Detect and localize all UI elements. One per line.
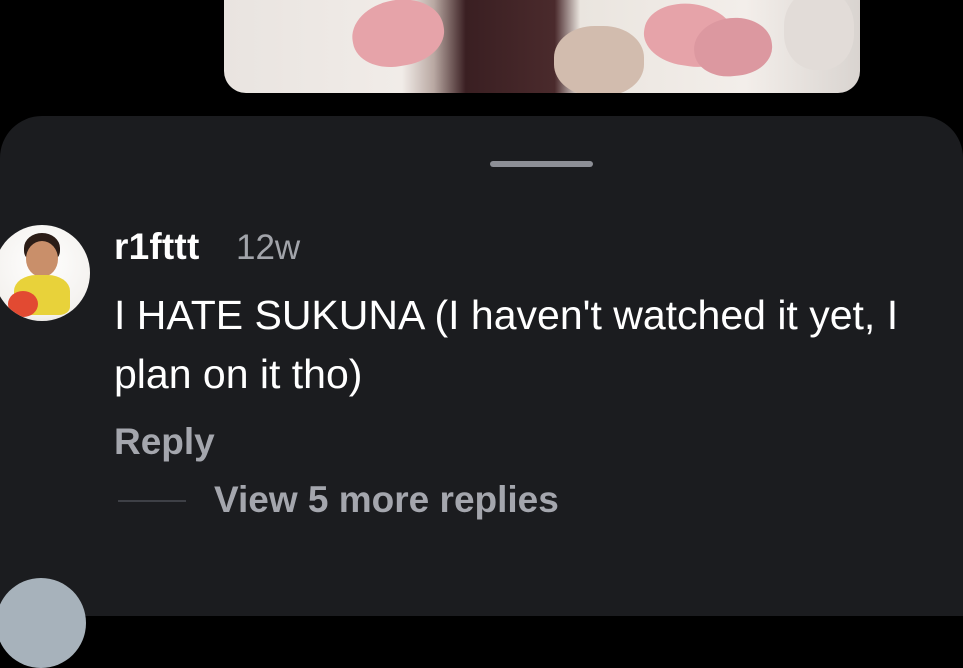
plush-decoration (554, 26, 644, 93)
reply-button[interactable]: Reply (114, 421, 215, 463)
video-thumbnail[interactable] (224, 0, 860, 93)
avatar-toy (8, 291, 38, 317)
plush-decoration (784, 0, 854, 70)
user-avatar[interactable] (0, 225, 90, 321)
replies-divider (118, 500, 186, 502)
avatar-face (26, 241, 58, 277)
next-comment-avatar[interactable] (0, 578, 86, 668)
comment-username[interactable]: r1fttt (114, 226, 199, 268)
comment-text: I HATE SUKUNA (I haven't watched it yet,… (114, 292, 899, 397)
comment-timestamp: 12w (236, 228, 301, 267)
bow-decoration (346, 0, 450, 74)
view-more-replies-button[interactable]: View 5 more replies (214, 479, 559, 521)
comments-sheet: r1fttt 12w I HATE SUKUNA (I haven't watc… (0, 116, 963, 668)
drag-handle-icon[interactable] (490, 161, 593, 167)
